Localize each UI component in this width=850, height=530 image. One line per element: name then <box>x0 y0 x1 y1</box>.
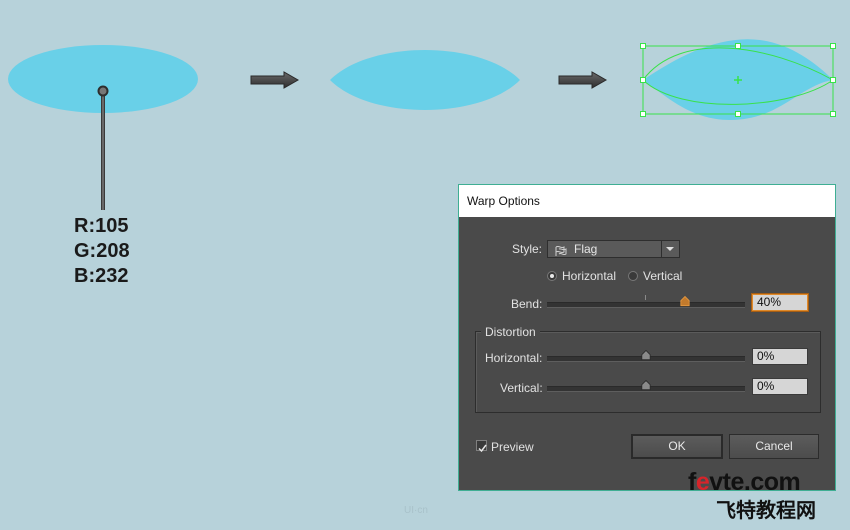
bend-label: Bend: <box>511 297 543 311</box>
bend-value-field[interactable]: 40% <box>752 294 808 311</box>
horizontal-radio[interactable] <box>547 271 557 281</box>
horizontal-radio-label: Horizontal <box>562 269 617 283</box>
color-values-label: R:105 G:208 B:232 <box>74 214 130 289</box>
blue-value: B:232 <box>74 265 129 287</box>
preview-label: Preview <box>491 440 534 454</box>
vertical-radio[interactable] <box>628 271 638 281</box>
distortion-title: Distortion <box>481 325 540 339</box>
ok-button[interactable]: OK <box>631 434 723 459</box>
site-watermark-e: e <box>695 468 710 496</box>
warp-options-dialog: Warp Options Style: Flag Horizontal Vert… <box>458 184 836 491</box>
site-watermark: fevte.com <box>688 468 801 497</box>
preview-checkbox[interactable] <box>476 440 487 453</box>
style-label: Style: <box>512 242 543 256</box>
distortion-horizontal-thumb[interactable] <box>641 350 651 361</box>
red-value: R:105 <box>74 215 129 237</box>
vertical-radio-label: Vertical <box>643 269 683 283</box>
leaf-shape <box>330 50 520 110</box>
site-watermark-rest: vte.com <box>709 468 801 496</box>
site-watermark-cn: 飞特教程网 <box>716 498 816 522</box>
site-watermark-prefix: f <box>688 468 696 496</box>
distortion-horizontal-label: Horizontal: <box>485 351 543 365</box>
distortion-group <box>475 331 821 413</box>
green-value: G:208 <box>74 240 130 262</box>
distortion-horizontal-field[interactable]: 0% <box>752 348 808 365</box>
style-value: Flag <box>574 242 598 256</box>
flag-icon <box>555 244 568 262</box>
arrow-right-icon <box>558 71 608 89</box>
bend-center-tick <box>645 295 646 300</box>
style-dropdown[interactable]: Flag <box>547 240 680 258</box>
brand-watermark: UI·cn <box>404 505 428 516</box>
arrow-right-icon <box>250 71 300 89</box>
bend-slider-track[interactable] <box>547 302 745 308</box>
distortion-vertical-label: Vertical: <box>500 381 543 395</box>
distortion-vertical-thumb[interactable] <box>641 380 651 391</box>
chevron-down-icon[interactable] <box>661 241 679 257</box>
dialog-title: Warp Options <box>459 185 835 217</box>
bend-slider-thumb[interactable] <box>680 296 690 307</box>
cancel-button[interactable]: Cancel <box>729 434 819 459</box>
distortion-vertical-field[interactable]: 0% <box>752 378 808 395</box>
checkmark-icon <box>478 444 487 453</box>
